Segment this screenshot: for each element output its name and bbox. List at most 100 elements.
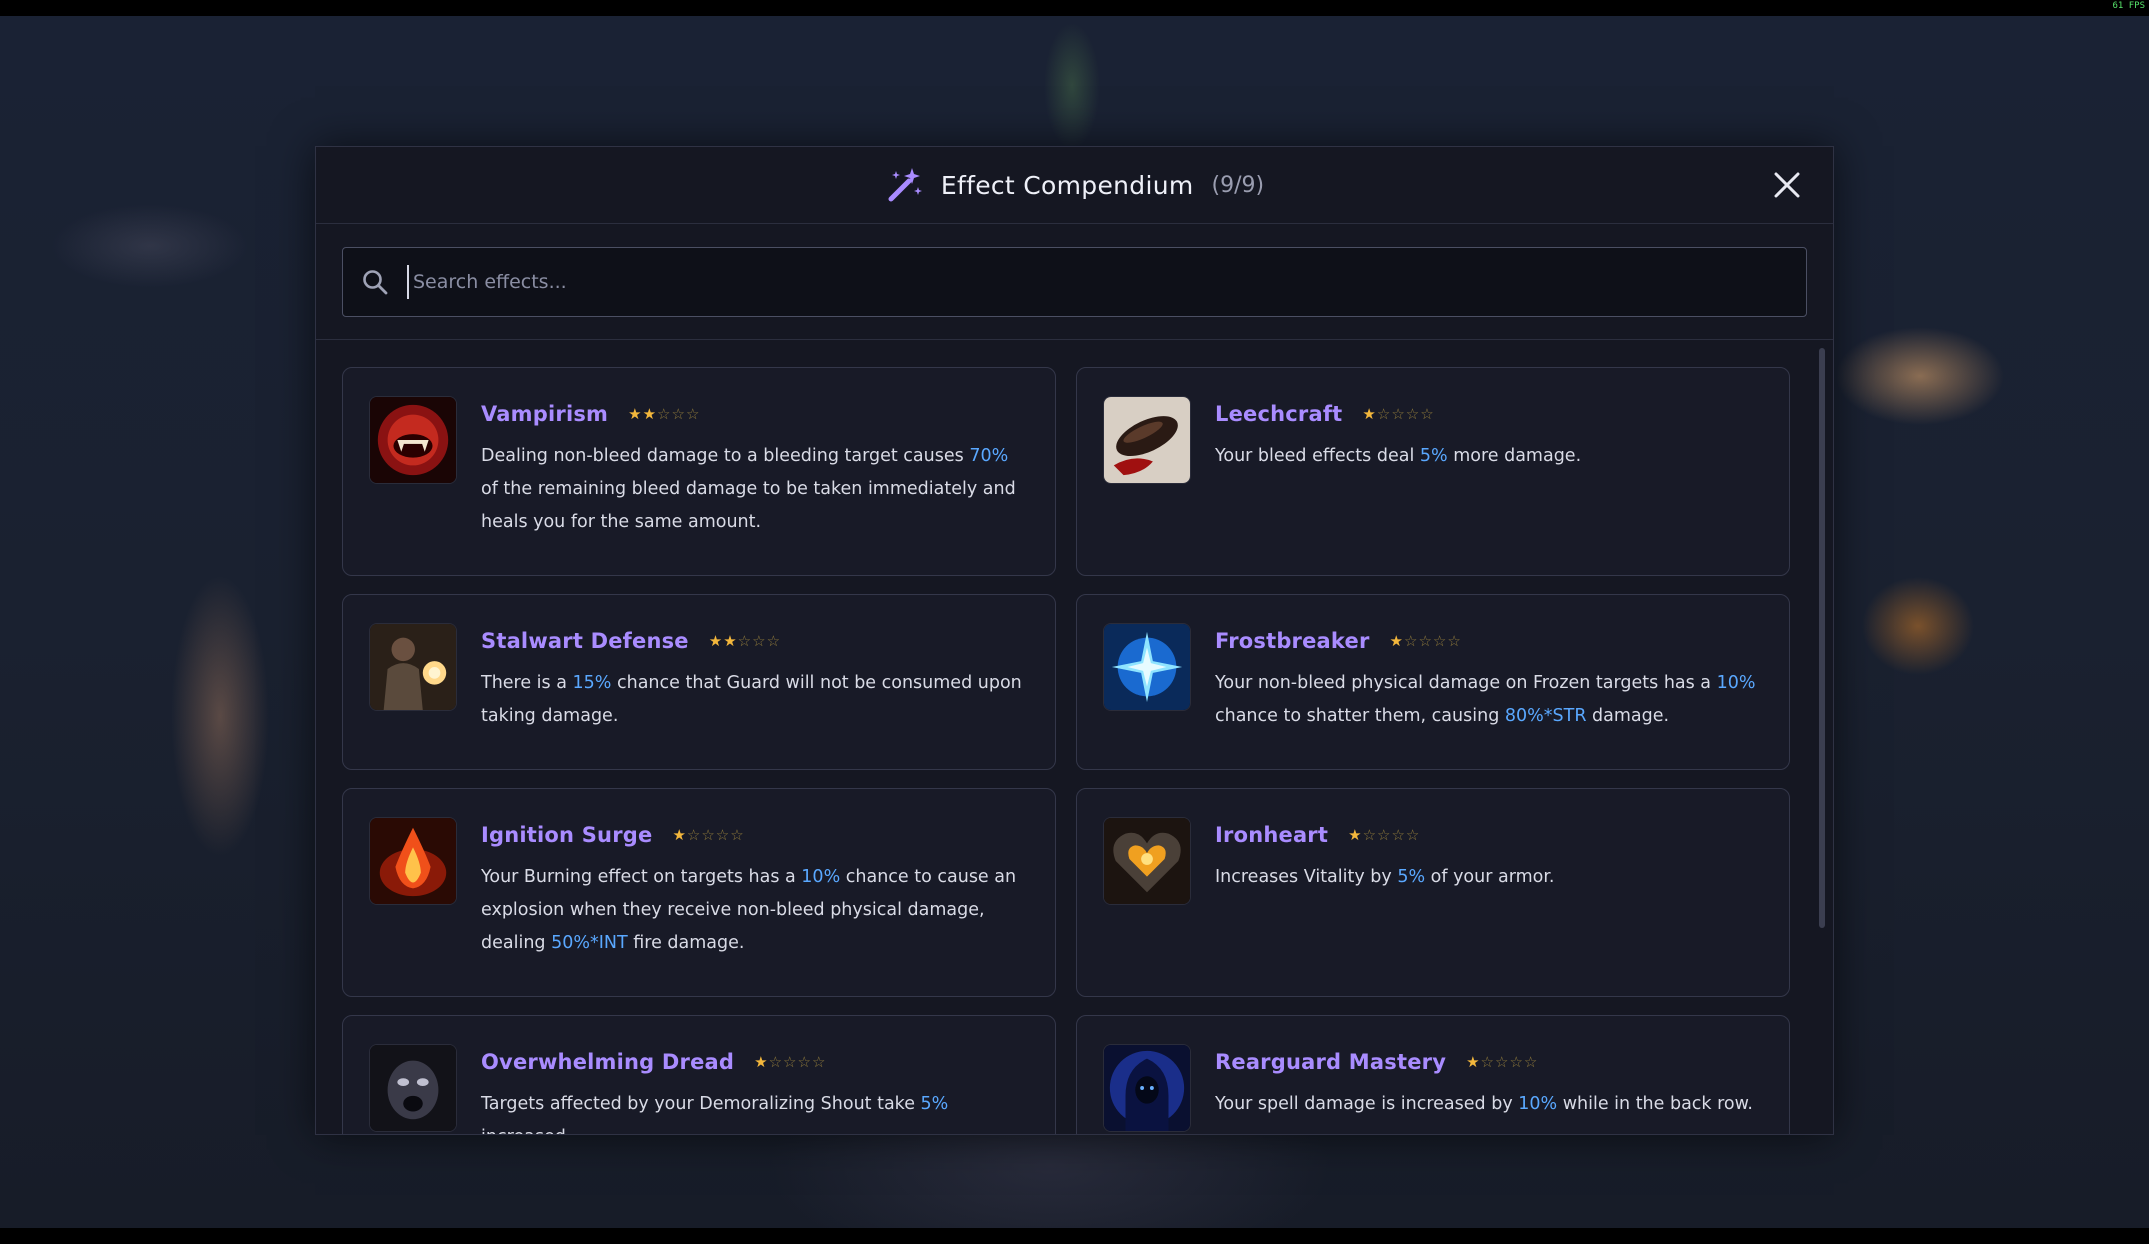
- effect-card[interactable]: Frostbreaker ★ ☆ ☆ ☆ ☆ Your non-bleed physical…: [1076, 594, 1790, 770]
- effect-value: 10%: [1518, 1094, 1558, 1114]
- star-empty-icon: ☆: [1391, 825, 1405, 844]
- effect-text: fire damage.: [627, 933, 745, 953]
- star-empty-icon: ☆: [1418, 631, 1432, 650]
- star-empty-icon: ☆: [752, 631, 766, 650]
- effect-text: of the remaining bleed damage to be take…: [481, 479, 1016, 532]
- effect-title-row: Frostbreaker ★ ☆ ☆ ☆ ☆: [1215, 629, 1763, 653]
- effect-value: 10%: [1716, 673, 1756, 693]
- star-filled-icon: ★: [672, 825, 686, 844]
- star-empty-icon: ☆: [686, 825, 701, 844]
- effect-rating: ★ ★ ☆ ☆ ☆: [709, 631, 781, 650]
- star-empty-icon: ☆: [657, 404, 671, 423]
- close-icon: [1774, 172, 1800, 198]
- close-button[interactable]: [1771, 169, 1803, 201]
- effect-title-row: Ironheart ★ ☆ ☆ ☆ ☆: [1215, 823, 1763, 847]
- search-section: [316, 224, 1833, 340]
- effect-description: Your non-bleed physical damage on Frozen…: [1215, 667, 1763, 733]
- effect-text: chance to shatter them, causing: [1215, 706, 1505, 726]
- effect-text: Targets affected by your Demoralizing Sh…: [481, 1094, 921, 1114]
- effect-rating: ★ ☆ ☆ ☆ ☆: [672, 825, 743, 844]
- effect-value: 5%: [920, 1094, 949, 1114]
- effect-text: Your spell damage is increased by: [1215, 1094, 1519, 1114]
- effect-compendium-modal: Effect Compendium (9/9) Vampirism★★☆☆☆ De…: [315, 146, 1834, 1135]
- effect-card[interactable]: Overwhelming Dread ★ ☆ ☆ ☆ ☆ Targets affected …: [342, 1015, 1056, 1134]
- effect-value: 80%*STR: [1504, 706, 1587, 726]
- effect-value: 5%: [1397, 867, 1426, 887]
- leech-icon: [1103, 396, 1191, 484]
- effect-name: Ignition Surge: [481, 823, 653, 847]
- effect-card-body: Ignition Surge ★ ☆ ☆ ☆ ☆ Your Burning effect o…: [481, 817, 1029, 976]
- star-empty-icon: ☆: [671, 404, 685, 423]
- effect-name: Frostbreaker: [1215, 629, 1370, 653]
- star-empty-icon: ☆: [766, 631, 781, 650]
- star-empty-icon: ☆: [1377, 825, 1391, 844]
- effect-card-body: Leechcraft ★ ☆ ☆ ☆ ☆ Your bleed effects deal 5…: [1215, 396, 1763, 555]
- effect-description: Your bleed effects deal 5% more damage.: [1215, 440, 1763, 473]
- star-filled-icon: ★: [723, 631, 737, 650]
- modal-header: Effect Compendium (9/9): [316, 147, 1833, 224]
- effect-text: while in the back row.: [1557, 1094, 1753, 1114]
- star-empty-icon: ☆: [685, 404, 700, 423]
- effect-description: Increases Vitality by 5% of your armor.: [1215, 861, 1763, 894]
- effect-card[interactable]: Ignition Surge ★ ☆ ☆ ☆ ☆ Your Burning effect o…: [342, 788, 1056, 997]
- effect-rating: ★ ☆ ☆ ☆ ☆: [1348, 825, 1420, 844]
- effect-text: Dealing non-bleed damage to a bleeding t…: [481, 446, 970, 466]
- effect-card-body: Vampirism ★ ★ ☆ ☆ ☆ Dealing non-bleed damage t…: [481, 396, 1029, 555]
- effect-rating: ★ ☆ ☆ ☆ ☆: [1362, 404, 1434, 423]
- effect-text: of your armor.: [1425, 867, 1555, 887]
- star-filled-icon: ★: [642, 404, 657, 423]
- effect-name: Stalwart Defense: [481, 629, 689, 653]
- search-icon: [363, 270, 388, 295]
- magic-wand-icon: [885, 165, 925, 205]
- effect-card-body: Overwhelming Dread ★ ☆ ☆ ☆ ☆ Targets affected …: [481, 1044, 1029, 1134]
- star-empty-icon: ☆: [1523, 1052, 1538, 1071]
- effect-description: Your Burning effect on targets has a 10%…: [481, 861, 1029, 960]
- effect-text: Your Burning effect on targets has a: [481, 867, 802, 887]
- effect-value: 15%: [572, 673, 612, 693]
- effect-name: Rearguard Mastery: [1215, 1050, 1447, 1074]
- star-empty-icon: ☆: [1362, 825, 1377, 844]
- effect-card[interactable]: Vampirism ★ ★ ☆ ☆ ☆ Dealing non-bleed damage t…: [342, 367, 1056, 576]
- effect-value: 70%: [969, 446, 1009, 466]
- effect-card[interactable]: Leechcraft ★ ☆ ☆ ☆ ☆ Your bleed effects deal 5…: [1076, 367, 1790, 576]
- hooded-mage-icon: [1103, 1044, 1191, 1132]
- star-empty-icon: ☆: [701, 825, 715, 844]
- effect-text: There is a: [481, 673, 573, 693]
- effect-text: increased: [481, 1127, 566, 1134]
- iron-heart-icon: [1103, 817, 1191, 905]
- effect-description: Dealing non-bleed damage to a bleeding t…: [481, 440, 1029, 539]
- bottom-letterbox: [0, 1228, 2149, 1244]
- effect-title-row: Vampirism ★ ★ ☆ ☆ ☆: [481, 402, 1029, 426]
- star-filled-icon: ★: [1389, 631, 1403, 650]
- effect-card[interactable]: Stalwart Defense ★ ★ ☆ ☆ ☆ There is a 15% chan…: [342, 594, 1056, 770]
- star-empty-icon: ☆: [1405, 825, 1420, 844]
- effect-card[interactable]: Rearguard Mastery ★ ☆ ☆ ☆ ☆ Your spell damage …: [1076, 1015, 1790, 1134]
- effect-text: Increases Vitality by: [1215, 867, 1398, 887]
- effect-text: Your non-bleed physical damage on Frozen…: [1215, 673, 1717, 693]
- star-empty-icon: ☆: [783, 1052, 797, 1071]
- effect-name: Overwhelming Dread: [481, 1050, 735, 1074]
- effect-rating: ★ ☆ ☆ ☆ ☆: [1389, 631, 1461, 650]
- fps-counter: 61 FPS: [2112, 1, 2145, 11]
- effect-title-row: Stalwart Defense ★ ★ ☆ ☆ ☆: [481, 629, 1029, 653]
- effect-value: 50%*INT: [551, 933, 628, 953]
- effect-card[interactable]: Ironheart ★ ☆ ☆ ☆ ☆ Increases Vitality by 5% o…: [1076, 788, 1790, 997]
- search-box[interactable]: [342, 247, 1807, 317]
- effect-rating: ★ ☆ ☆ ☆ ☆: [1466, 1052, 1538, 1071]
- effect-rating: ★ ☆ ☆ ☆ ☆: [754, 1052, 825, 1071]
- effect-text: damage.: [1586, 706, 1670, 726]
- effect-card-body: Stalwart Defense ★ ★ ☆ ☆ ☆ There is a 15% chan…: [481, 623, 1029, 749]
- effect-rating: ★ ★ ☆ ☆ ☆: [628, 404, 700, 423]
- effect-grid: Vampirism ★ ★ ☆ ☆ ☆ Dealing non-bleed damage t…: [342, 367, 1833, 1134]
- star-empty-icon: ☆: [768, 1052, 783, 1071]
- star-empty-icon: ☆: [1405, 404, 1420, 423]
- star-filled-icon: ★: [628, 404, 642, 423]
- scrollbar-thumb[interactable]: [1819, 348, 1825, 928]
- star-empty-icon: ☆: [1495, 1052, 1509, 1071]
- star-empty-icon: ☆: [1420, 404, 1434, 423]
- search-input[interactable]: [407, 265, 1806, 299]
- vampire-fangs-icon: [369, 396, 457, 484]
- effect-name: Ironheart: [1215, 823, 1329, 847]
- modal-title: Effect Compendium: [940, 170, 1194, 200]
- star-filled-icon: ★: [754, 1052, 768, 1071]
